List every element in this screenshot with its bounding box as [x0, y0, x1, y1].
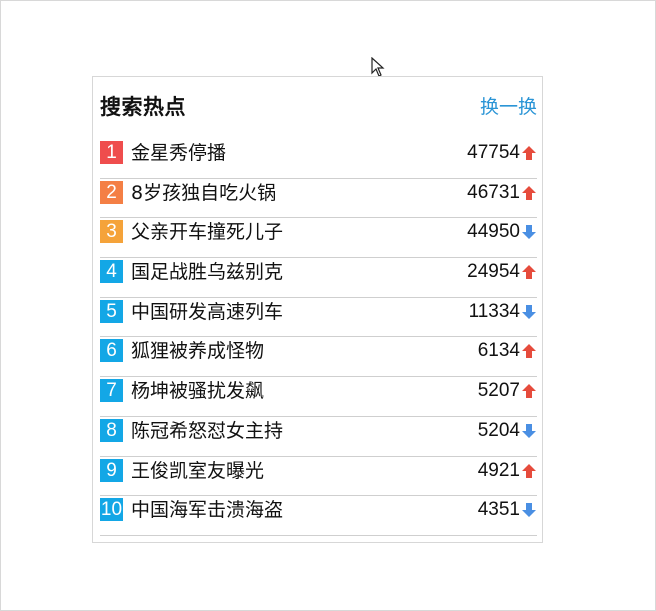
trend-down-icon	[522, 225, 536, 240]
hot-search-count: 6134	[477, 340, 520, 362]
rank-badge: 3	[100, 220, 123, 244]
trend-up-icon	[522, 344, 536, 359]
hot-search-title[interactable]: 杨坤被骚扰发飙	[131, 377, 264, 405]
hot-search-item[interactable]: 8 陈冠希怒怼女主持 5204	[100, 417, 537, 457]
hot-search-count: 11334	[468, 300, 520, 322]
hot-search-item[interactable]: 3 父亲开车撞死儿子 44950	[100, 218, 537, 259]
hot-search-item[interactable]: 5 中国研发高速列车 11334	[100, 298, 537, 338]
rank-badge: 8	[100, 418, 123, 442]
hot-search-item[interactable]: 7 杨坤被骚扰发飙 5207	[100, 377, 537, 417]
hot-search-title[interactable]: 国足战胜乌兹别克	[131, 258, 283, 286]
hot-search-title[interactable]: 父亲开车撞死儿子	[131, 218, 283, 246]
rank-badge: 7	[100, 379, 123, 403]
panel-header: 搜索热点 换一换	[100, 91, 537, 123]
trend-down-icon	[522, 304, 536, 319]
hot-search-panel: 搜索热点 换一换 1 金星秀停播 47754 2 8岁孩独自吃火锅 46731 3 父亲开车撞…	[92, 76, 543, 543]
hot-search-list: 1 金星秀停播 47754 2 8岁孩独自吃火锅 46731 3 父亲开车撞死儿子 44950 4…	[100, 139, 537, 536]
hot-search-title[interactable]: 中国海军击溃海盗	[131, 496, 283, 524]
trend-up-icon	[522, 384, 536, 399]
trend-up-icon	[522, 146, 536, 160]
hot-search-item[interactable]: 4 国足战胜乌兹别克 24954	[100, 258, 537, 298]
hot-search-title[interactable]: 8岁孩独自吃火锅	[131, 179, 276, 207]
hot-search-item[interactable]: 10 中国海军击溃海盗 4351	[100, 496, 537, 536]
hot-search-count: 4921	[477, 459, 520, 481]
hot-search-title[interactable]: 陈冠希怒怼女主持	[131, 417, 283, 445]
trend-up-icon	[522, 463, 536, 478]
trend-up-icon	[522, 265, 536, 280]
rank-badge: 10	[100, 498, 123, 522]
hot-search-title[interactable]: 王俊凯室友曝光	[131, 457, 264, 485]
rank-badge: 6	[100, 339, 123, 363]
hot-search-count: 24954	[467, 261, 520, 283]
hot-search-title[interactable]: 中国研发高速列车	[131, 298, 283, 326]
rank-badge: 4	[100, 260, 123, 284]
trend-up-icon	[522, 185, 536, 200]
hot-search-title[interactable]: 金星秀停播	[131, 139, 226, 167]
rank-badge: 9	[100, 458, 123, 482]
rank-badge: 1	[100, 141, 123, 164]
hot-search-count: 5204	[477, 419, 520, 441]
hot-search-title[interactable]: 狐狸被养成怪物	[131, 337, 264, 365]
hot-search-item[interactable]: 1 金星秀停播 47754	[100, 139, 537, 179]
hot-search-count: 46731	[467, 181, 520, 203]
hot-search-count: 47754	[467, 142, 520, 163]
trend-down-icon	[522, 503, 536, 518]
panel-title: 搜索热点	[100, 95, 186, 119]
trend-down-icon	[522, 423, 536, 438]
hot-search-count: 44950	[467, 221, 520, 243]
rank-badge: 2	[100, 180, 123, 204]
hot-search-count: 4351	[477, 499, 520, 521]
hot-search-item[interactable]: 2 8岁孩独自吃火锅 46731	[100, 179, 537, 219]
hot-search-count: 5207	[477, 380, 520, 402]
refresh-button[interactable]: 换一换	[480, 91, 537, 123]
rank-badge: 5	[100, 299, 123, 323]
hot-search-item[interactable]: 6 狐狸被养成怪物 6134	[100, 337, 537, 378]
hot-search-item[interactable]: 9 王俊凯室友曝光 4921	[100, 457, 537, 497]
